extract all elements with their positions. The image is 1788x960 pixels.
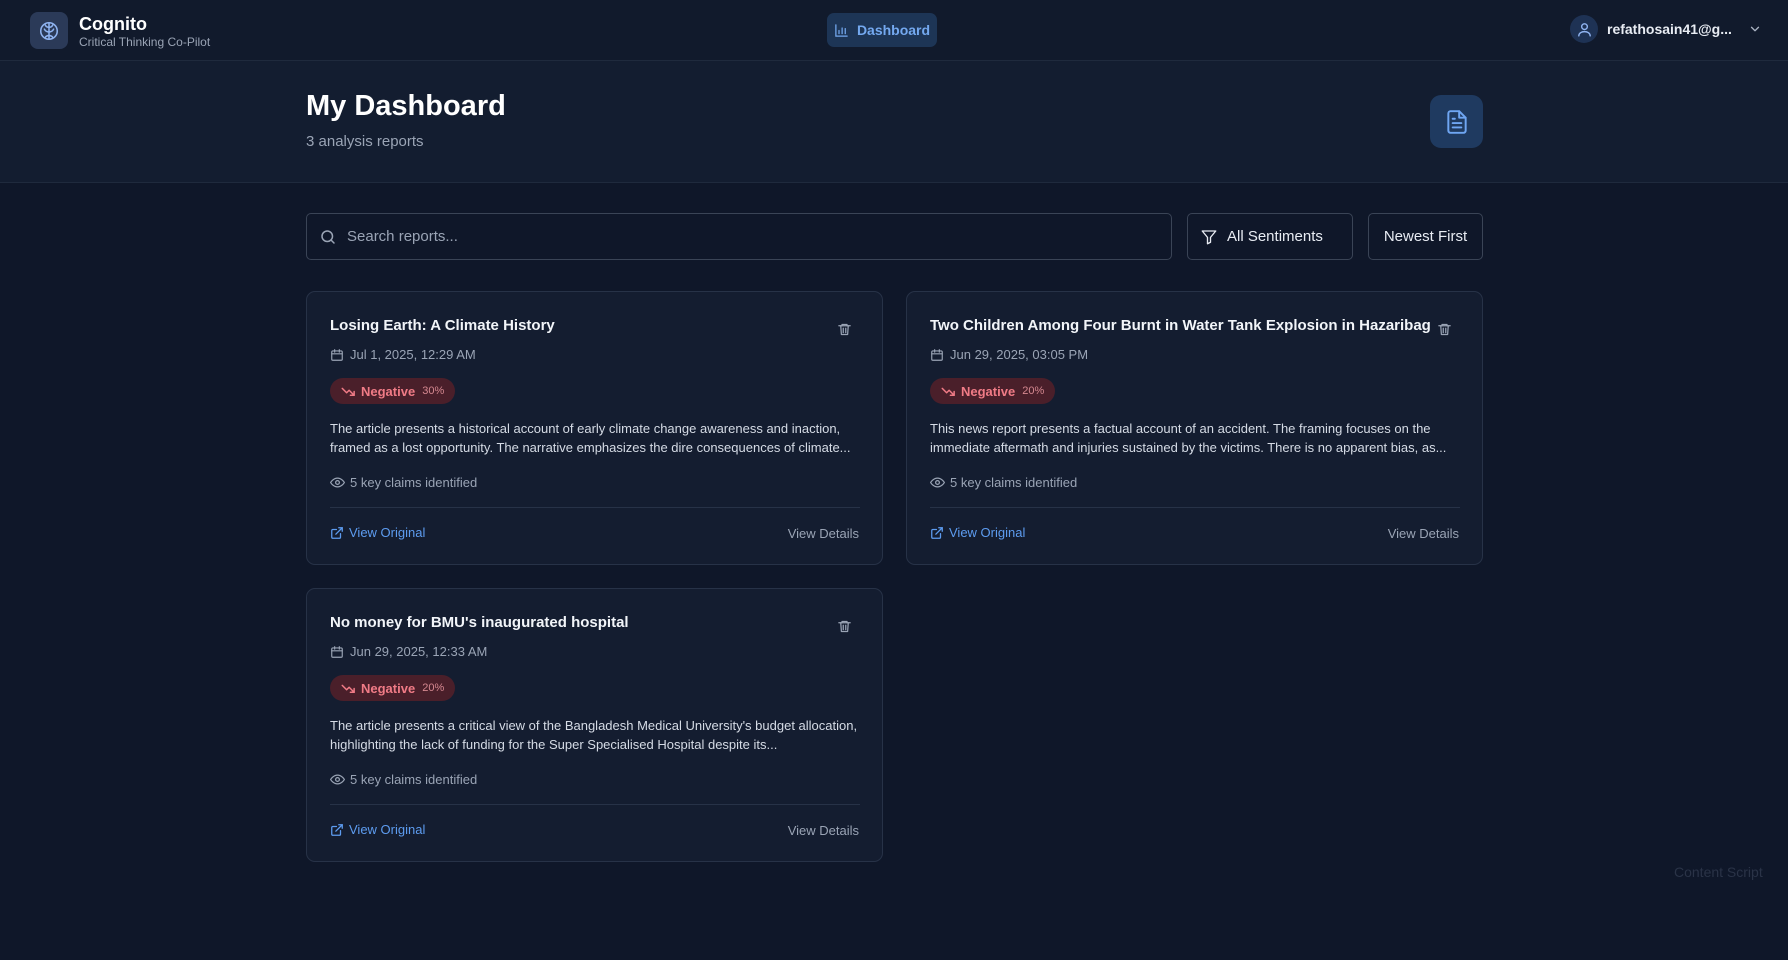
sentiment-badge: Negative 20%	[330, 675, 456, 701]
nav-dashboard-button[interactable]: Dashboard	[827, 13, 937, 47]
claims-count-text: 5 key claims identified	[350, 475, 478, 490]
reports-button[interactable]	[1430, 95, 1483, 148]
external-link-icon	[330, 526, 344, 540]
report-date-text: Jun 29, 2025, 03:05 PM	[950, 347, 1089, 362]
document-icon	[1444, 109, 1470, 135]
sentiment-percent: 30%	[422, 385, 445, 397]
view-original-link[interactable]: View Original	[330, 822, 425, 837]
brain-icon	[30, 12, 68, 49]
report-title[interactable]: No money for BMU's inaugurated hospital	[330, 614, 830, 631]
chevron-down-icon	[1748, 22, 1762, 36]
report-card[interactable]: Losing Earth: A Climate History Jul 1, 2…	[306, 291, 883, 565]
report-summary: This news report presents a factual acco…	[930, 421, 1447, 455]
view-original-link[interactable]: View Original	[330, 525, 425, 540]
report-title[interactable]: Losing Earth: A Climate History	[330, 317, 830, 334]
claims-count-text: 5 key claims identified	[950, 475, 1078, 490]
report-date: Jun 29, 2025, 03:05 PM	[930, 347, 1088, 362]
view-details-link[interactable]: View Details	[788, 526, 859, 541]
user-email: refathosain41@g...	[1607, 21, 1732, 37]
claims-count: 5 key claims identified	[930, 475, 1077, 490]
search-icon	[319, 228, 337, 246]
sentiment-label: Negative	[361, 383, 416, 399]
view-original-label: View Original	[349, 822, 426, 837]
report-count: 3 analysis reports	[306, 133, 424, 150]
report-date: Jun 29, 2025, 12:33 AM	[330, 644, 487, 659]
app-tagline: Critical Thinking Co-Pilot	[79, 34, 211, 49]
card-divider	[930, 507, 1460, 508]
eye-icon	[330, 772, 345, 787]
calendar-icon	[330, 645, 344, 659]
claims-count-text: 5 key claims identified	[350, 772, 478, 787]
content-script-label: Content Script	[1674, 864, 1763, 880]
sentiment-badge: Negative 30%	[330, 378, 456, 404]
bar-chart-icon	[834, 23, 849, 38]
filter-label: All Sentiments	[1227, 228, 1323, 245]
report-summary: The article presents a critical view of …	[330, 718, 858, 752]
trending-down-icon	[941, 384, 956, 399]
page-header: My Dashboard 3 analysis reports	[0, 61, 1788, 183]
view-original-label: View Original	[949, 525, 1026, 540]
trash-icon[interactable]	[837, 322, 852, 337]
search-input[interactable]	[347, 214, 1171, 259]
eye-icon	[930, 475, 945, 490]
nav-dashboard-label: Dashboard	[856, 22, 931, 38]
page-title: My Dashboard	[306, 90, 506, 122]
external-link-icon	[330, 823, 344, 837]
report-date: Jul 1, 2025, 12:29 AM	[330, 347, 476, 362]
sentiment-label: Negative	[361, 680, 416, 696]
view-original-label: View Original	[349, 525, 426, 540]
report-summary: The article presents a historical accoun…	[330, 421, 851, 455]
trash-icon[interactable]	[1437, 322, 1452, 337]
view-original-link[interactable]: View Original	[930, 525, 1025, 540]
user-menu[interactable]: refathosain41@g...	[1570, 15, 1762, 43]
sentiment-badge: Negative 20%	[930, 378, 1056, 404]
trash-icon[interactable]	[837, 619, 852, 634]
sentiment-label: Negative	[961, 383, 1016, 399]
sentiment-filter-dropdown[interactable]: All Sentiments	[1187, 213, 1353, 260]
claims-count: 5 key claims identified	[330, 475, 477, 490]
report-date-text: Jul 1, 2025, 12:29 AM	[350, 347, 476, 362]
top-navigation-bar: Cognito Critical Thinking Co-Pilot Dashb…	[0, 0, 1788, 61]
eye-icon	[330, 475, 345, 490]
search-box[interactable]	[306, 213, 1172, 260]
external-link-icon	[930, 526, 944, 540]
card-divider	[330, 507, 860, 508]
report-date-text: Jun 29, 2025, 12:33 AM	[350, 644, 488, 659]
calendar-icon	[930, 348, 944, 362]
claims-count: 5 key claims identified	[330, 772, 477, 787]
trending-down-icon	[341, 681, 356, 696]
calendar-icon	[330, 348, 344, 362]
view-details-link[interactable]: View Details	[788, 823, 859, 838]
filter-icon	[1200, 228, 1218, 246]
brand[interactable]: Cognito Critical Thinking Co-Pilot	[30, 12, 210, 49]
user-icon	[1570, 15, 1598, 43]
trending-down-icon	[341, 384, 356, 399]
app-name: Cognito	[79, 13, 147, 34]
card-divider	[330, 804, 860, 805]
sentiment-percent: 20%	[422, 682, 445, 694]
view-details-link[interactable]: View Details	[1388, 526, 1459, 541]
sort-label: Newest First	[1383, 228, 1468, 245]
report-card[interactable]: No money for BMU's inaugurated hospital …	[306, 588, 883, 862]
sentiment-percent: 20%	[1022, 385, 1045, 397]
report-title[interactable]: Two Children Among Four Burnt in Water T…	[930, 317, 1430, 334]
report-card[interactable]: Two Children Among Four Burnt in Water T…	[906, 291, 1483, 565]
sort-dropdown[interactable]: Newest First	[1368, 213, 1483, 260]
